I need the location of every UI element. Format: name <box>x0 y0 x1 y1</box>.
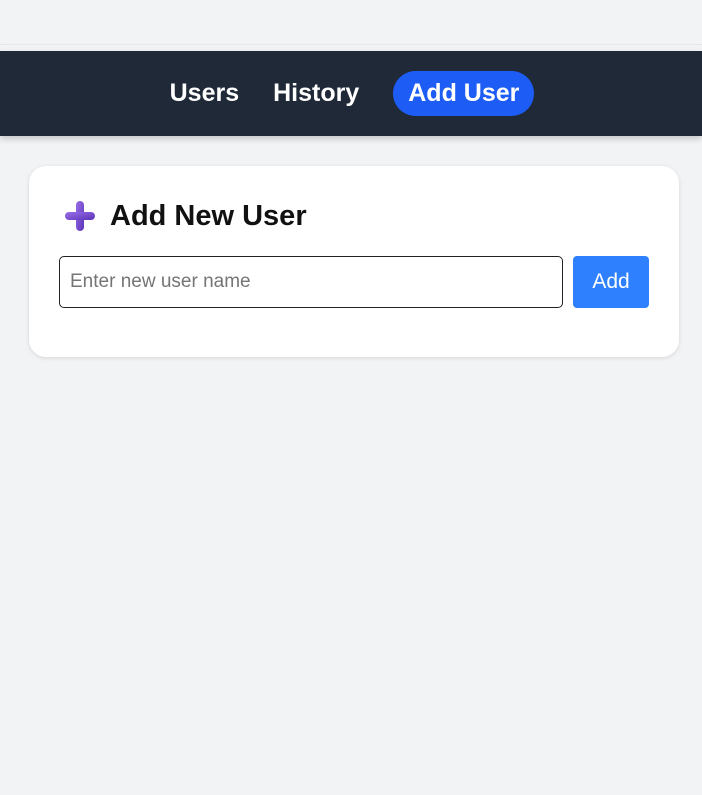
top-strip <box>0 0 702 45</box>
card-header: Add New User <box>62 198 307 234</box>
nav-item-add-user[interactable]: Add User <box>393 71 535 116</box>
nav-item-history[interactable]: History <box>273 71 359 116</box>
card-title: Add New User <box>110 199 307 232</box>
add-user-card: Add New User Add <box>29 166 679 357</box>
add-user-form: Add <box>59 256 649 308</box>
nav-item-users[interactable]: Users <box>170 71 240 116</box>
app-page: Users History Add User Add New User Ente… <box>0 0 702 795</box>
user-name-input[interactable] <box>59 256 563 308</box>
plus-icon <box>62 198 98 234</box>
top-navigation: Users History Add User <box>0 51 702 136</box>
add-button[interactable]: Add <box>573 256 649 308</box>
